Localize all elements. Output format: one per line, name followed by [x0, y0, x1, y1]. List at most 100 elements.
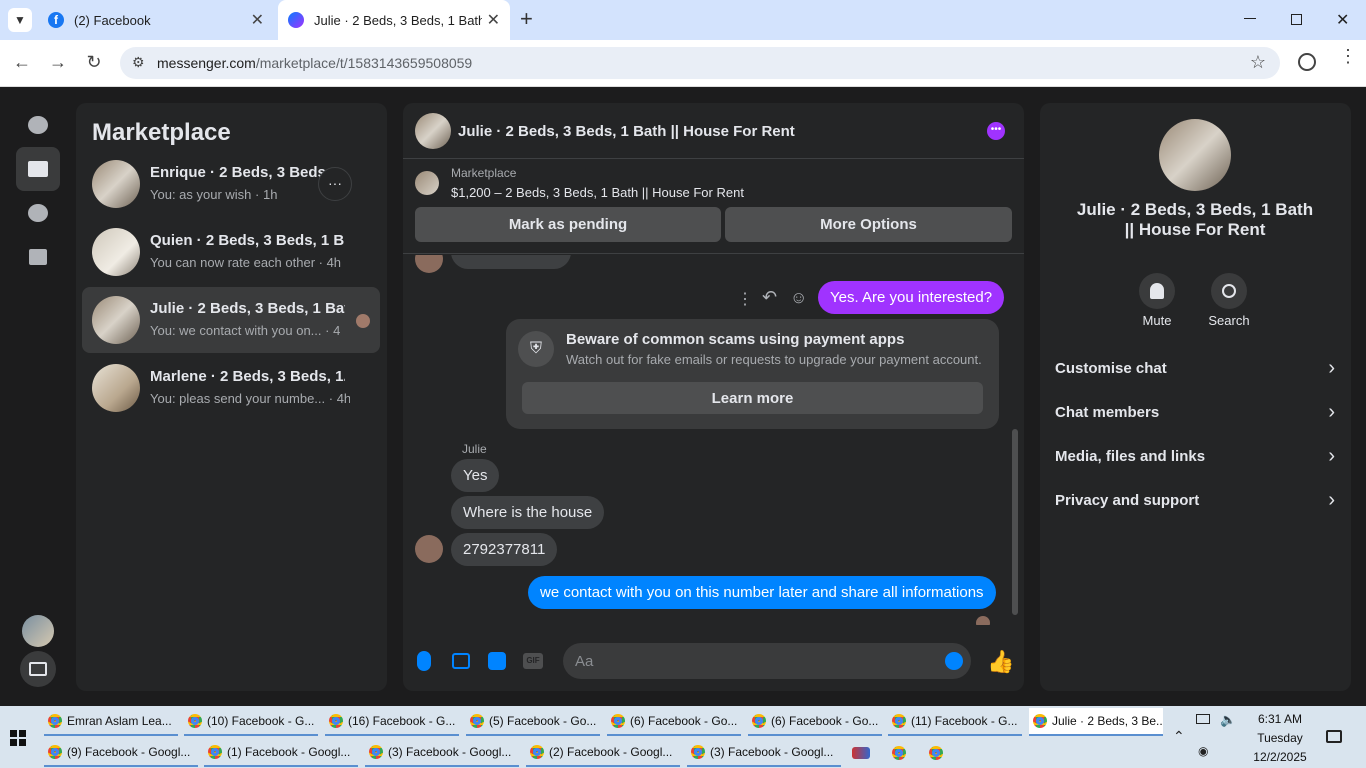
conversation-name: Julie · 2 Beds, 3 Beds, 1 Bat... — [150, 300, 345, 317]
bookmark-star-icon[interactable]: ☆ — [1250, 52, 1266, 73]
read-receipt-avatar — [356, 314, 370, 328]
conversation-preview: You: pleas send your numbe... · 4h — [150, 391, 350, 406]
chat-header: Julie · 2 Beds, 3 Beds, 1 Bath || House … — [403, 103, 1024, 159]
new-tab-button[interactable]: + — [520, 6, 533, 32]
avatar[interactable] — [22, 615, 54, 647]
close-window-icon[interactable]: ✕ — [1336, 10, 1349, 30]
taskbar-item[interactable]: (9) Facebook - Googl... — [44, 739, 198, 767]
taskbar-chrome-icon[interactable] — [888, 739, 914, 767]
scrollbar[interactable] — [1012, 429, 1018, 615]
avatar[interactable] — [415, 113, 451, 149]
media-files-item[interactable]: Media, files and links › — [1055, 441, 1335, 471]
archive-icon[interactable] — [16, 235, 60, 279]
listing-thumbnail — [415, 171, 439, 195]
message-bubble-incoming[interactable]: Yes — [451, 459, 500, 492]
mute-button[interactable] — [1139, 273, 1175, 309]
start-icon[interactable] — [10, 730, 26, 746]
privacy-support-item[interactable]: Privacy and support › — [1055, 485, 1335, 515]
avatar — [92, 160, 140, 208]
tab-title: Julie · 2 Beds, 3 Beds, 1 Bath || H — [314, 12, 482, 28]
tab-search-button[interactable]: ▼ — [8, 8, 32, 32]
wifi-icon[interactable]: ◉ — [1198, 744, 1208, 758]
taskbar-item[interactable]: (6) Facebook - Go... — [607, 708, 741, 736]
network-icon[interactable] — [1196, 714, 1210, 724]
message-input[interactable]: Aa — [563, 643, 971, 679]
clock-time[interactable]: 6:31 AM — [1248, 712, 1312, 726]
taskbar-item[interactable]: (2) Facebook - Googl... — [526, 739, 680, 767]
search-button[interactable] — [1211, 273, 1247, 309]
reload-icon[interactable]: ↻ — [83, 52, 105, 73]
close-tab-icon[interactable]: ✕ — [251, 10, 264, 30]
emoji-icon[interactable] — [945, 652, 963, 670]
notifications-icon[interactable] — [1326, 730, 1342, 743]
message-bubble-outgoing[interactable]: we contact with you on this number later… — [528, 576, 996, 609]
more-options-button[interactable]: ··· — [318, 167, 352, 201]
chats-icon[interactable] — [16, 103, 60, 147]
taskbar-item-active[interactable]: Julie · 2 Beds, 3 Be... — [1029, 708, 1163, 736]
gif-icon[interactable]: GIF — [523, 653, 543, 669]
list-item[interactable]: Marlene · 2 Beds, 3 Beds, 1... You: plea… — [82, 355, 380, 421]
chat-title[interactable]: Julie · 2 Beds, 3 Beds, 1 Bath || House … — [458, 123, 795, 140]
clock-day[interactable]: Tuesday — [1248, 731, 1312, 745]
react-icon[interactable]: ☺ — [790, 288, 807, 308]
forward-icon[interactable]: → — [47, 52, 69, 73]
tab-facebook[interactable]: f (2) Facebook ✕ — [38, 5, 274, 35]
warning-title: Beware of common scams using payment app… — [566, 331, 905, 348]
chat-panel: Julie · 2 Beds, 3 Beds, 1 Bath || House … — [403, 103, 1024, 691]
requests-icon[interactable] — [16, 191, 60, 235]
restore-icon[interactable] — [1291, 14, 1302, 25]
reply-icon[interactable]: ↶ — [762, 287, 777, 308]
customise-chat-item[interactable]: Customise chat › — [1055, 353, 1335, 383]
site-settings-icon[interactable]: ⚙ — [132, 54, 145, 71]
back-icon[interactable]: ← — [11, 52, 33, 73]
taskbar-item[interactable]: (1) Facebook - Googl... — [204, 739, 358, 767]
taskbar-chrome-icon[interactable] — [925, 739, 951, 767]
sticker-icon[interactable] — [488, 652, 506, 670]
list-item[interactable]: Enrique · 2 Beds, 3 Beds, 1 You: as your… — [82, 151, 380, 217]
read-receipt-avatar — [976, 616, 990, 625]
microphone-icon[interactable] — [417, 651, 431, 671]
avatar — [415, 255, 443, 273]
marketplace-icon[interactable] — [16, 147, 60, 191]
mute-label: Mute — [1142, 313, 1172, 328]
taskbar-item[interactable]: (6) Facebook - Go... — [748, 708, 882, 736]
sidebar-toggle-icon[interactable] — [20, 651, 56, 687]
messenger-icon — [288, 12, 304, 28]
taskbar-item[interactable]: Emran Aslam Lea... — [44, 708, 178, 736]
taskbar-app-icon[interactable] — [848, 739, 878, 767]
show-hidden-icons-icon[interactable]: ⌃ — [1173, 728, 1185, 745]
taskbar-item[interactable]: (10) Facebook - G... — [184, 708, 318, 736]
close-tab-icon[interactable]: ✕ — [487, 10, 500, 30]
volume-icon[interactable]: 🔈 — [1220, 712, 1236, 728]
kebab-icon[interactable]: ⋮ — [737, 289, 753, 309]
chat-members-item[interactable]: Chat members › — [1055, 397, 1335, 427]
message-bubble-incoming[interactable]: Where is the house — [451, 496, 605, 529]
message-bubble-incoming[interactable]: 2792377811 — [451, 533, 558, 566]
taskbar-item[interactable]: (5) Facebook - Go... — [466, 708, 600, 736]
taskbar-item[interactable]: (3) Facebook - Googl... — [365, 739, 519, 767]
list-item[interactable]: Quien · 2 Beds, 3 Beds, 1 B... You can n… — [82, 219, 380, 285]
learn-more-button[interactable]: Learn more — [522, 382, 983, 414]
taskbar-item[interactable]: (11) Facebook - G... — [888, 708, 1022, 736]
url-field[interactable]: ⚙ messenger.com/marketplace/t/1583143659… — [120, 47, 1280, 79]
message-list[interactable]: ⋮ ↶ ☺ Yes. Are you interested? ⛨ Beware … — [403, 255, 1024, 625]
item-label: Chat members — [1055, 403, 1160, 421]
minimize-icon[interactable] — [1244, 18, 1256, 19]
mark-pending-button[interactable]: Mark as pending — [415, 207, 721, 242]
taskbar-item[interactable]: (3) Facebook - Googl... — [687, 739, 841, 767]
image-icon[interactable] — [452, 653, 470, 669]
more-info-icon[interactable]: ••• — [987, 122, 1005, 140]
chrome-icon — [1033, 714, 1047, 728]
item-label: Customise chat — [1055, 359, 1167, 377]
thumbs-up-icon[interactable]: 👍 — [987, 649, 1014, 675]
message-bubble-outgoing[interactable]: Yes. Are you interested? — [818, 281, 1005, 314]
list-item[interactable]: Julie · 2 Beds, 3 Beds, 1 Bat... You: we… — [82, 287, 380, 353]
profile-icon[interactable] — [1298, 53, 1316, 71]
taskbar-item[interactable]: (16) Facebook - G... — [325, 708, 459, 736]
chrome-icon — [208, 745, 222, 759]
listing-banner[interactable]: Marketplace $1,200 – 2 Beds, 3 Beds, 1 B… — [403, 159, 1024, 254]
more-options-button[interactable]: More Options — [725, 207, 1012, 242]
menu-kebab-icon[interactable]: ⋮ — [1339, 47, 1357, 65]
clock-date[interactable]: 12/2/2025 — [1248, 750, 1312, 764]
tab-messenger[interactable]: Julie · 2 Beds, 3 Beds, 1 Bath || H ✕ — [278, 0, 510, 40]
